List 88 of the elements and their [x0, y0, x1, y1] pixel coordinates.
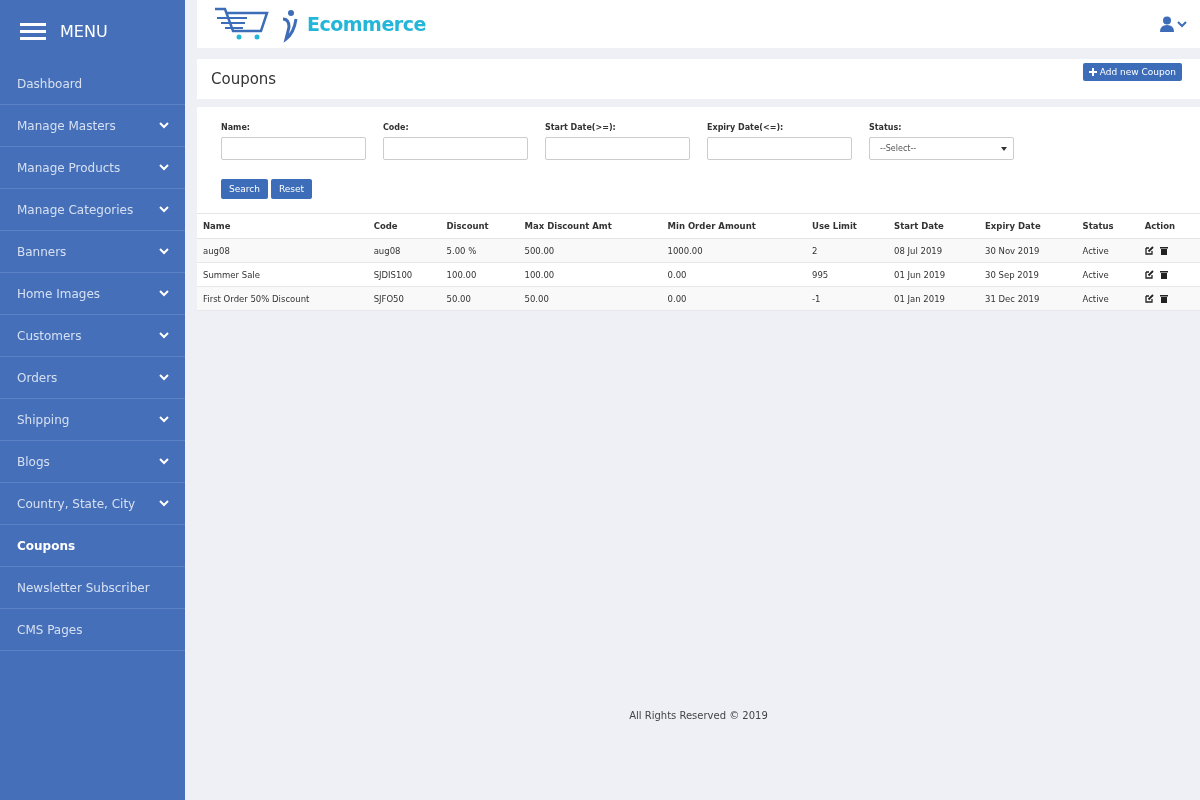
- table-cell: SJFO50: [367, 286, 441, 311]
- table-cell: First Order 50% Discount: [197, 286, 368, 311]
- caret-icon: [1001, 146, 1007, 151]
- user-menu-icon[interactable]: [1160, 16, 1188, 32]
- chevron-down-icon: [159, 122, 169, 129]
- trash-icon[interactable]: [1159, 294, 1168, 303]
- sidebar-item[interactable]: Banners: [0, 231, 185, 273]
- chevron-down-icon: [159, 374, 169, 381]
- table-cell: 0.00: [661, 262, 807, 287]
- table-cell: 500.00: [518, 238, 662, 263]
- edit-icon[interactable]: [1144, 270, 1154, 279]
- table-cell: 50.00: [440, 286, 519, 311]
- page-title: Coupons: [211, 70, 277, 88]
- chevron-down-icon: [159, 164, 169, 171]
- table-cell: -1: [806, 286, 888, 311]
- trash-icon[interactable]: [1159, 246, 1168, 255]
- chevron-down-icon: [159, 416, 169, 423]
- table-cell: 01 Jan 2019: [888, 286, 980, 311]
- table-cell: Active: [1076, 286, 1139, 311]
- column-header: Name: [197, 213, 368, 239]
- chevron-down-icon: [159, 332, 169, 339]
- column-header: Min Order Amount: [661, 213, 807, 239]
- table-cell: 31 Dec 2019: [979, 286, 1077, 311]
- field-label: Status:: [869, 123, 903, 132]
- input-field[interactable]: [545, 137, 690, 160]
- sidebar-item[interactable]: Shipping: [0, 399, 185, 441]
- field-label: Start Date(>=):: [545, 123, 617, 132]
- sidebar-item[interactable]: Manage Products: [0, 147, 185, 189]
- chevron-down-icon: [159, 500, 169, 507]
- footer-text: All Rights Reserved © 2019: [629, 710, 768, 721]
- table-cell: Active: [1076, 238, 1139, 263]
- sidebar-item[interactable]: Customers: [0, 315, 185, 357]
- table-cell: 2: [806, 238, 888, 263]
- search-button[interactable]: Search: [221, 179, 268, 199]
- table-cell: 30 Sep 2019: [979, 262, 1077, 287]
- table-cell: SJDIS100: [367, 262, 441, 287]
- column-header: Status: [1076, 213, 1139, 239]
- field-label: Code:: [383, 123, 410, 132]
- plus-icon: [1088, 68, 1097, 76]
- chevron-down-icon: [159, 458, 169, 465]
- field-label: Expiry Date(<=):: [707, 123, 785, 132]
- table-cell: 0.00: [661, 286, 807, 311]
- menu-icon[interactable]: [20, 23, 46, 40]
- input-field[interactable]: [383, 137, 528, 160]
- table-cell: 1000.00: [661, 238, 807, 263]
- sidebar-item[interactable]: Manage Categories: [0, 189, 185, 231]
- table-cell: 995: [806, 262, 888, 287]
- add-coupon-button[interactable]: Add new Coupon: [1082, 63, 1182, 81]
- table-cell: aug08: [197, 238, 368, 263]
- edit-icon[interactable]: [1144, 246, 1154, 255]
- edit-icon[interactable]: [1144, 294, 1154, 303]
- table-cell: 100.00: [440, 262, 519, 287]
- column-header: Start Date: [888, 213, 980, 239]
- column-header: Code: [367, 213, 441, 239]
- column-header: Action: [1138, 213, 1200, 239]
- chevron-down-icon: [159, 290, 169, 297]
- logo-text: Ecommerce: [307, 13, 426, 35]
- table-cell: 30 Nov 2019: [979, 238, 1077, 263]
- field-label: Name:: [221, 123, 252, 132]
- input-field[interactable]: [221, 137, 366, 160]
- sidebar-item[interactable]: Newsletter Subscriber: [0, 567, 185, 609]
- trash-icon[interactable]: [1159, 270, 1168, 279]
- table-cell: 5.00 %: [440, 238, 519, 263]
- sidebar-item[interactable]: Coupons: [0, 525, 185, 567]
- status-select[interactable]: --Select--: [869, 137, 1014, 160]
- sidebar-item[interactable]: CMS Pages: [0, 609, 185, 651]
- column-header: Discount: [440, 213, 519, 239]
- sidebar-item[interactable]: Country, State, City: [0, 483, 185, 525]
- menu-title: MENU: [60, 22, 108, 41]
- input-field[interactable]: [707, 137, 852, 160]
- reset-button[interactable]: Reset: [270, 179, 313, 199]
- sidebar-item[interactable]: Home Images: [0, 273, 185, 315]
- table-cell: Active: [1076, 262, 1139, 287]
- column-header: Max Discount Amt: [518, 213, 662, 239]
- chevron-down-icon: [159, 248, 169, 255]
- table-cell: 01 Jun 2019: [888, 262, 980, 287]
- sidebar-item[interactable]: Dashboard: [0, 63, 185, 105]
- sidebar-item[interactable]: Orders: [0, 357, 185, 399]
- table-cell: 08 Jul 2019: [888, 238, 980, 263]
- table-cell: 100.00: [518, 262, 662, 287]
- table-cell: aug08: [367, 238, 441, 263]
- sidebar-item[interactable]: Blogs: [0, 441, 185, 483]
- column-header: Use Limit: [806, 213, 888, 239]
- chevron-down-icon: [159, 206, 169, 213]
- table-cell: Summer Sale: [197, 262, 368, 287]
- table-cell: 50.00: [518, 286, 662, 311]
- sidebar-item[interactable]: Manage Masters: [0, 105, 185, 147]
- column-header: Expiry Date: [979, 213, 1077, 239]
